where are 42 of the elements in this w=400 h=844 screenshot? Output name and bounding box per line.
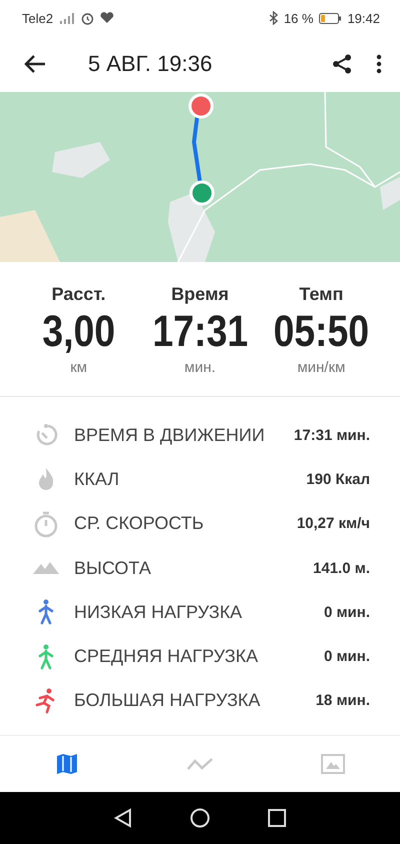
metric-unit: мин/км [297, 359, 346, 376]
metric-value: 17:31 [152, 307, 248, 357]
stat-label: ККАЛ [74, 468, 120, 490]
metric-label: Время [171, 284, 229, 305]
metric-unit: мин. [184, 359, 216, 376]
clock-time: 19:42 [347, 10, 380, 26]
bluetooth-icon [268, 11, 278, 25]
recents-nav-icon[interactable] [268, 809, 286, 827]
stat-label: НИЗКАЯ НАГРУЗКА [74, 602, 244, 623]
stat-value: 10,27 км/ч [296, 515, 370, 532]
signal-icon [59, 12, 76, 24]
stat-label: ВЫСОТА [74, 558, 152, 579]
stat-label: ВРЕМЯ В ДВИЖЕНИИ [74, 424, 266, 446]
stat-value: 141.0 м. [313, 560, 370, 577]
stat-label: СР. СКОРОСТЬ [74, 513, 205, 534]
stat-label: СРЕДНЯЯ НАГРУЗКА [74, 646, 259, 668]
image-icon [321, 754, 346, 774]
battery-icon [319, 12, 342, 24]
metric-label: Расст. [52, 284, 106, 305]
carrier-name: Tele2 [22, 10, 54, 26]
home-nav-icon[interactable] [190, 808, 210, 828]
stat-value: 190 Ккал [306, 470, 370, 488]
share-icon [332, 54, 352, 74]
stat-value: 18 мин. [316, 692, 370, 710]
stat-value: 17:31 мин. [294, 426, 370, 444]
stopwatch-icon [32, 510, 60, 538]
back-arrow-icon [24, 55, 46, 73]
line-chart-icon [186, 756, 214, 772]
battery-percent: 16 % [284, 10, 314, 26]
back-nav-icon[interactable] [114, 808, 132, 828]
metric-label: Темп [299, 284, 344, 305]
stat-value: 0 мин. [324, 648, 370, 666]
heart-icon [100, 12, 114, 24]
metric-unit: км [70, 359, 88, 376]
alarm-icon [81, 12, 94, 24]
metric-value: 3,00 [42, 307, 116, 357]
more-options-icon [376, 54, 382, 74]
map-icon [56, 753, 78, 775]
metric-value: 05:50 [274, 307, 370, 357]
stat-label: БОЛЬШАЯ НАГРУЗКА [74, 690, 262, 712]
screen-title: 5 АВГ. 19:36 [88, 51, 214, 77]
stat-value: 0 мин. [324, 604, 370, 621]
